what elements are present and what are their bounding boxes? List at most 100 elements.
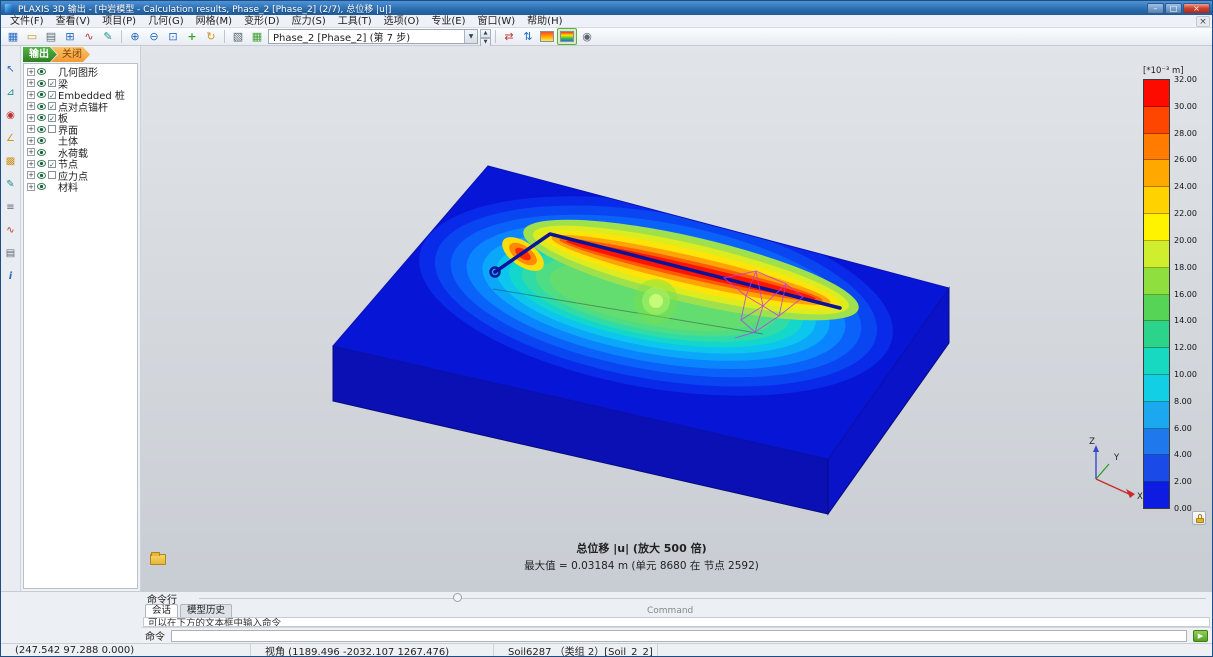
toolbar-separator <box>224 30 225 43</box>
curves-icon[interactable]: ∿ <box>3 223 19 238</box>
expand-panel-folder-icon[interactable] <box>150 554 166 565</box>
table-view-icon[interactable]: ▦ <box>248 29 266 45</box>
report-icon[interactable]: ▤ <box>3 246 19 261</box>
menu-item[interactable]: 几何(G) <box>142 15 190 28</box>
menu-item[interactable]: 应力(S) <box>286 15 332 28</box>
expand-icon[interactable] <box>27 102 35 110</box>
selection-highlight <box>634 279 678 323</box>
command-hint-text: 可以在下方的文本框中输入命令 <box>148 618 281 627</box>
output-logo-icon[interactable]: ▦ <box>4 29 22 45</box>
zoom-reset-icon[interactable]: ⊡ <box>164 29 182 45</box>
visibility-eye-icon[interactable] <box>37 103 46 110</box>
open-icon[interactable]: ▭ <box>23 29 41 45</box>
contour-lines-icon[interactable] <box>538 29 556 45</box>
visibility-eye-icon[interactable] <box>37 149 46 156</box>
curves-manager-icon[interactable]: ∿ <box>80 29 98 45</box>
menu-item[interactable]: 查看(V) <box>50 15 97 28</box>
checkbox[interactable]: ✓ <box>48 102 56 110</box>
expand-icon[interactable] <box>27 68 35 76</box>
tab-output[interactable]: 输出 <box>23 47 57 62</box>
visibility-eye-icon[interactable] <box>37 160 46 167</box>
visibility-eye-icon[interactable] <box>37 80 46 87</box>
viewport[interactable]: Z Y X [*10⁻³ m] 32.0030.0028.0026.0024.0… <box>141 46 1212 591</box>
info-icon[interactable]: i <box>3 269 19 284</box>
run-command-icon[interactable]: ▶ <box>1193 630 1208 642</box>
visibility-eye-icon[interactable] <box>37 183 46 190</box>
legend-band <box>1144 241 1169 268</box>
legend-lock-icon[interactable] <box>1192 511 1206 525</box>
select-tool-icon[interactable]: ↖ <box>3 62 19 77</box>
mdi-close-icon[interactable]: × <box>1196 16 1210 27</box>
visibility-eye-icon[interactable] <box>37 137 46 144</box>
command-log[interactable]: 可以在下方的文本框中输入命令 <box>143 617 1210 627</box>
pan-icon[interactable]: + <box>183 29 201 45</box>
phase-selector[interactable]: Phase_2 [Phase_2] (第 7 步) ▼ <box>268 29 478 44</box>
menu-item[interactable]: 网格(M) <box>190 15 238 28</box>
menu-item[interactable]: 项目(P) <box>96 15 142 28</box>
legend-tick: 8.00 <box>1174 397 1197 406</box>
menu-item[interactable]: 变形(D) <box>238 15 286 28</box>
checkbox[interactable]: ✓ <box>48 114 56 122</box>
print-icon[interactable]: ▤ <box>42 29 60 45</box>
menu-item[interactable]: 工具(T) <box>332 15 378 28</box>
arrows-updown-icon[interactable]: ⇅ <box>519 29 537 45</box>
tree-item[interactable]: 应力点 <box>24 170 137 182</box>
tab-session[interactable]: 会话 <box>145 604 178 617</box>
legend-tick: 10.00 <box>1174 370 1197 379</box>
checkbox[interactable] <box>48 171 56 179</box>
select-rectangle-icon[interactable]: ▧ <box>229 29 247 45</box>
expand-icon[interactable] <box>27 160 35 168</box>
tree-item[interactable]: 几何图形 <box>24 66 137 78</box>
hint-box-icon[interactable]: ◉ <box>3 108 19 123</box>
expand-icon[interactable] <box>27 137 35 145</box>
tree-item[interactable]: 界面 <box>24 124 137 136</box>
expand-icon[interactable] <box>27 148 35 156</box>
menu-item[interactable]: 专业(E) <box>425 15 471 28</box>
mesh-view-icon[interactable]: ◉ <box>578 29 596 45</box>
visibility-eye-icon[interactable] <box>37 172 46 179</box>
command-tabs: 会话 模型历史 Command <box>141 604 1212 617</box>
expand-icon[interactable] <box>27 91 35 99</box>
minimize-button[interactable]: – <box>1147 3 1164 14</box>
contour-tile <box>540 31 554 42</box>
checkbox[interactable]: ✓ <box>48 79 56 87</box>
annotation-tool-icon[interactable]: ✎ <box>3 177 19 192</box>
rotate-view-icon[interactable]: ↻ <box>202 29 220 45</box>
forces-view-icon[interactable]: ▩ <box>3 154 19 169</box>
chevron-down-icon[interactable]: ▼ <box>464 30 477 43</box>
tree-item[interactable]: 水荷载 <box>24 147 137 159</box>
expand-icon[interactable] <box>27 125 35 133</box>
expand-icon[interactable] <box>27 79 35 87</box>
spinner-up-icon[interactable]: ▲ <box>480 29 491 38</box>
menu-item[interactable]: 帮助(H) <box>521 15 568 28</box>
splitter-handle-icon[interactable] <box>453 593 462 602</box>
checkbox[interactable]: ✓ <box>48 91 56 99</box>
expand-icon[interactable] <box>27 114 35 122</box>
checkbox[interactable] <box>48 125 56 133</box>
command-input[interactable] <box>171 630 1187 642</box>
arrows-swap-icon[interactable]: ⇄ <box>500 29 518 45</box>
maximize-button[interactable]: □ <box>1165 3 1182 14</box>
checkbox[interactable]: ✓ <box>48 160 56 168</box>
shadings-icon[interactable] <box>557 28 577 45</box>
visibility-eye-icon[interactable] <box>37 91 46 98</box>
expand-icon[interactable] <box>27 171 35 179</box>
expand-icon[interactable] <box>27 183 35 191</box>
cross-section-icon[interactable]: ⊿ <box>3 85 19 100</box>
annotate-icon[interactable]: ✎ <box>99 29 117 45</box>
panel-splitter[interactable] <box>199 598 1206 599</box>
menu-item[interactable]: 窗口(W) <box>471 15 521 28</box>
close-button[interactable]: × <box>1183 3 1210 14</box>
ruler-icon[interactable]: ≡ <box>3 200 19 215</box>
zoom-out-icon[interactable]: ⊖ <box>145 29 163 45</box>
visibility-eye-icon[interactable] <box>37 68 46 75</box>
visibility-eye-icon[interactable] <box>37 126 46 133</box>
measure-angle-icon[interactable]: ∠ <box>3 131 19 146</box>
copy-icon[interactable]: ⊞ <box>61 29 79 45</box>
menu-item[interactable]: 文件(F) <box>4 15 50 28</box>
menu-item[interactable]: 选项(O) <box>378 15 426 28</box>
tab-model-history[interactable]: 模型历史 <box>180 604 232 617</box>
zoom-in-icon[interactable]: ⊕ <box>126 29 144 45</box>
selected-object: Soil6287 （类组 2）[Soil_2_2] <box>494 644 658 656</box>
visibility-eye-icon[interactable] <box>37 114 46 121</box>
